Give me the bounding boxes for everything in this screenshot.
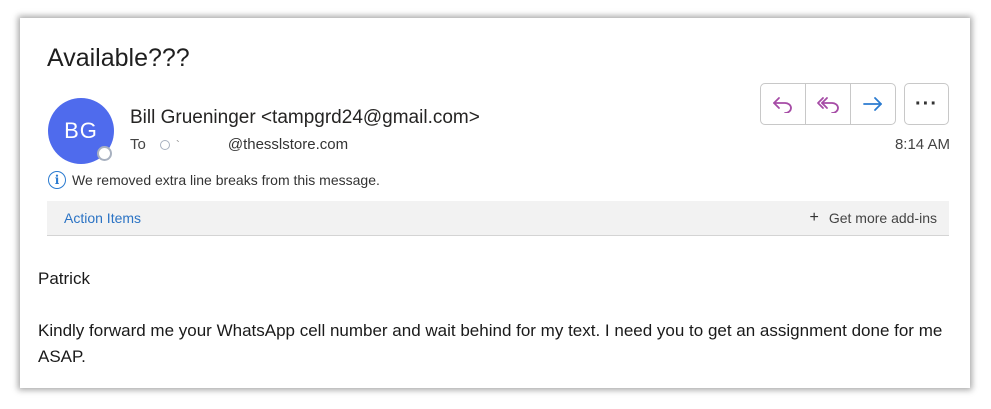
action-bar: Action Items + Get more add-ins	[47, 201, 949, 236]
reply-all-icon	[817, 97, 839, 113]
presence-status-icon	[97, 146, 112, 161]
plus-icon: +	[809, 209, 819, 226]
forward-button[interactable]	[851, 84, 895, 124]
email-reading-pane: Available??? BG Bill Grueninger <tampgrd…	[20, 18, 970, 388]
info-banner: i We removed extra line breaks from this…	[48, 171, 380, 189]
recipient-row: To ` @thesslstore.com	[130, 136, 348, 153]
body-greeting: Patrick	[38, 269, 90, 288]
recipient-name[interactable]: `	[176, 138, 180, 152]
to-label: To	[130, 136, 146, 153]
reply-button-group	[760, 83, 896, 125]
avatar-initials: BG	[64, 118, 98, 143]
get-addins-button[interactable]: + Get more add-ins	[809, 209, 937, 227]
action-items-link[interactable]: Action Items	[64, 210, 141, 226]
reply-all-button[interactable]	[806, 84, 851, 124]
forward-icon	[863, 97, 882, 111]
info-text: We removed extra line breaks from this m…	[72, 172, 380, 188]
email-subject: Available???	[47, 44, 190, 72]
more-icon: ···	[915, 92, 938, 115]
recipient-domain[interactable]: @thesslstore.com	[228, 136, 348, 153]
received-time: 8:14 AM	[894, 136, 950, 153]
sender-name[interactable]: Bill Grueninger <tampgrd24@gmail.com>	[130, 107, 480, 129]
body-message: Kindly forward me your WhatsApp cell num…	[38, 321, 943, 366]
more-actions-button[interactable]: ···	[904, 83, 949, 125]
reply-icon	[773, 97, 792, 113]
email-body: Patrick Kindly forward me your WhatsApp …	[38, 266, 953, 370]
recipient-presence-icon	[159, 139, 170, 150]
reply-button[interactable]	[761, 84, 806, 124]
get-addins-label: Get more add-ins	[828, 210, 937, 226]
info-icon: i	[48, 171, 66, 189]
